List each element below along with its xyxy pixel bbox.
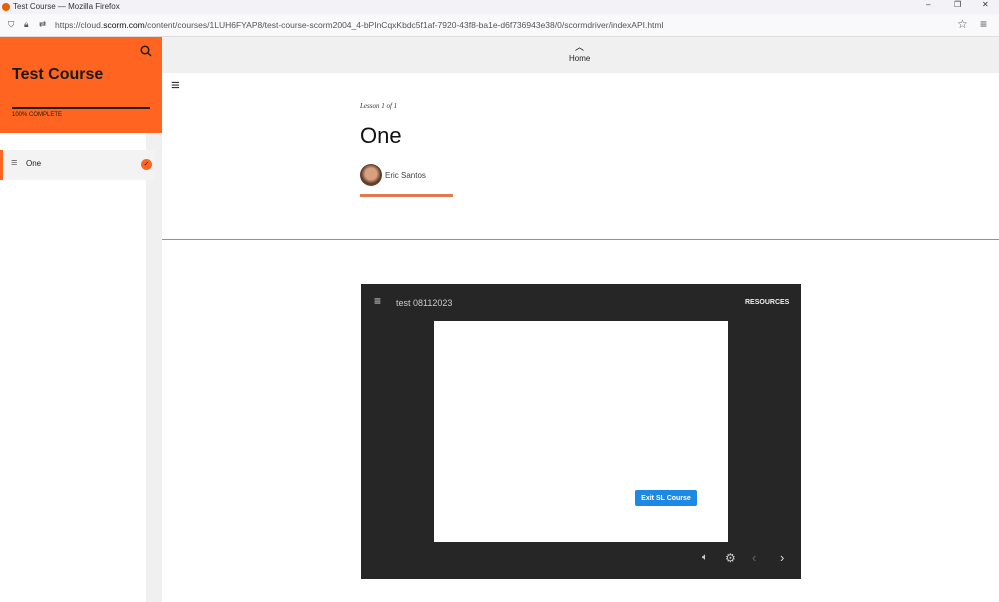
settings-gear-icon[interactable]: ⚙ <box>725 551 736 565</box>
menu-icon[interactable]: ≡ <box>980 17 987 31</box>
progress-bar <box>12 107 150 109</box>
close-button[interactable]: ✕ <box>982 0 989 9</box>
author-avatar <box>360 164 382 186</box>
search-icon[interactable] <box>140 45 152 57</box>
url-path: /content/courses/1LUH6FYAP8/test-course-… <box>144 20 664 30</box>
volume-icon[interactable]: 🔈︎ <box>702 552 708 563</box>
author-name: Eric Santos <box>385 171 426 180</box>
url-domain: scorm.com <box>103 20 145 30</box>
lesson-label: One <box>26 159 42 168</box>
bookmark-star-icon[interactable]: ☆ <box>957 17 968 31</box>
player-title: test 08112023 <box>396 298 453 308</box>
sidebar-scrollbar[interactable] <box>146 133 162 602</box>
author-underline <box>360 194 453 197</box>
resources-button[interactable]: RESOURCES <box>745 299 789 306</box>
storyline-player: ≡ test 08112023 RESOURCES Exit SL Course… <box>361 284 801 579</box>
lesson-title: One <box>360 123 402 148</box>
shield-icon: ⛉ <box>8 19 15 29</box>
minimize-button[interactable]: – <box>926 0 930 9</box>
previous-slide-icon[interactable]: ‹ <box>752 550 756 565</box>
home-bar[interactable]: ︿ Home <box>162 37 999 73</box>
sidebar: Test Course 100% COMPLETE ≡ One ✓ <box>0 37 162 602</box>
lesson-item[interactable]: ≡ One ✓ <box>0 150 155 180</box>
firefox-icon <box>2 3 10 11</box>
section-divider <box>162 239 999 240</box>
address-bar[interactable]: ⛉ 🔒︎ ⇄ https://cloud.scorm.com/content/c… <box>0 14 999 37</box>
home-link[interactable]: Home <box>569 54 590 63</box>
lesson-counter: Lesson 1 of 1 <box>360 102 398 110</box>
permissions-icon: ⇄ <box>39 19 47 29</box>
player-menu-icon[interactable]: ≡ <box>374 294 381 308</box>
window-title: Test Course — Mozilla Firefox <box>13 2 120 11</box>
restore-button[interactable]: ❐ <box>954 0 961 9</box>
hamburger-menu-icon[interactable]: ≡ <box>171 77 180 94</box>
check-icon: ✓ <box>141 159 152 170</box>
url-prefix: https://cloud. <box>55 20 104 30</box>
lesson-text-icon: ≡ <box>11 157 18 169</box>
course-title: Test Course <box>12 66 104 83</box>
sidebar-header: Test Course 100% COMPLETE <box>0 37 162 133</box>
window-titlebar: Test Course — Mozilla Firefox – ❐ ✕ <box>0 0 999 14</box>
url-text[interactable]: https://cloud.scorm.com/content/courses/… <box>55 20 663 30</box>
progress-label: 100% COMPLETE <box>12 112 63 118</box>
next-slide-icon[interactable]: › <box>780 550 784 565</box>
exit-course-button[interactable]: Exit SL Course <box>635 490 697 506</box>
slide-area: Exit SL Course <box>434 321 728 542</box>
lock-icon: 🔒︎ <box>24 19 29 29</box>
chevron-up-icon: ︿ <box>575 42 585 52</box>
